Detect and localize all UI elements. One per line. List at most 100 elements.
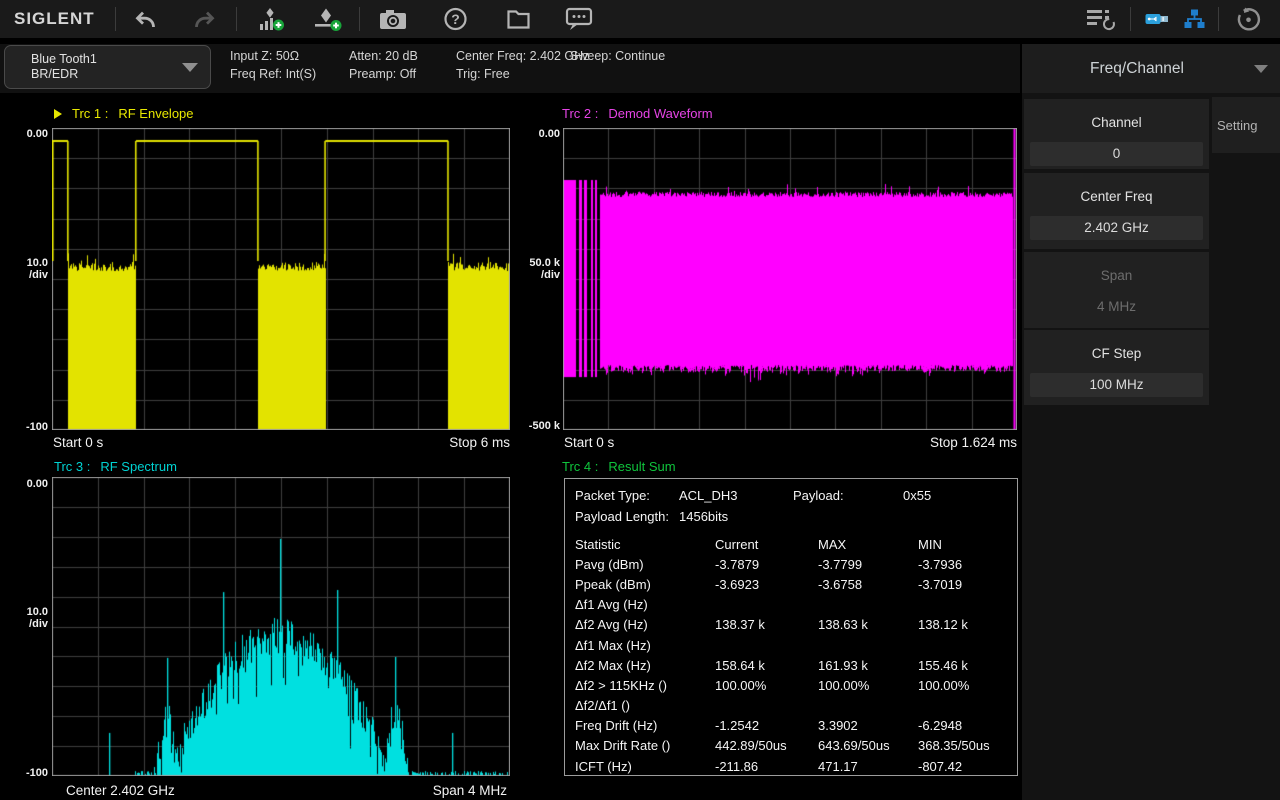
undo-button[interactable] [128,2,163,36]
history-icon [1235,6,1262,32]
add-marker-button[interactable] [309,2,347,36]
table-row: Δf2 Avg (Hz)138.37 k138.63 k138.12 k [575,615,1017,635]
trc1-y-bottom: -100 [0,421,48,433]
column-header: Statistic [575,537,715,552]
table-cell: Δf1 Max (Hz) [575,638,715,653]
table-row: Δf2 > 115KHz ()100.00%100.00%100.00% [575,675,1017,695]
table-cell: Freq Drift (Hz) [575,718,715,733]
table-cell: Δf1 Avg (Hz) [575,597,715,612]
rf-envelope-plot[interactable] [52,128,510,430]
table-cell: 158.64 k [715,658,818,673]
mode-name: Blue Tooth1 [31,52,182,67]
trace1-name: RF Envelope [118,106,193,121]
menu-item-cf-step[interactable]: CF Step 100 MHz [1024,330,1209,405]
column-header: Current [715,537,818,552]
rf-spectrum-plot[interactable] [52,477,510,776]
sidebar-menu-title[interactable]: Freq/Channel [1022,44,1280,93]
table-cell: 1456bits [679,509,793,524]
trace3-header[interactable]: Trc 3 : RF Spectrum [54,459,177,474]
preset-list-button[interactable] [1081,2,1122,36]
sidebar-title: Freq/Channel [1090,60,1184,78]
table-cell: 471.17 [818,759,918,774]
trace4-header[interactable]: Trc 4 : Result Sum [562,459,676,474]
status-bar: Blue Tooth1 BR/EDR Input Z: 50Ω Freq Ref… [0,44,1020,93]
add-marker-icon [313,6,343,32]
table-cell: 100.00% [715,678,818,693]
toolbar-separator [236,7,237,31]
file-button[interactable] [501,2,536,36]
chevron-down-icon [1254,65,1268,73]
tab-setting[interactable]: Setting [1212,97,1280,153]
redo-button[interactable] [187,2,222,36]
menu-item-span: Span 4 MHz [1024,252,1209,328]
result-sum-panel[interactable]: Packet Type:ACL_DH3Payload:0x55Payload L… [564,478,1018,776]
menu-item-channel[interactable]: Channel 0 [1024,99,1209,169]
trc1-y-div: 10.0 [0,257,48,269]
add-trace-icon [257,6,285,32]
channel-value[interactable]: 0 [1030,142,1203,166]
history-button[interactable] [1231,2,1266,36]
table-row: Δf2 Max (Hz)158.64 k161.93 k155.46 k [575,655,1017,675]
status-input-z: Input Z: 50Ω Freq Ref: Int(S) [230,47,316,83]
mode-select-dropdown[interactable]: Blue Tooth1 BR/EDR [4,45,211,89]
camera-icon [378,7,408,31]
table-cell: ACL_DH3 [679,488,793,503]
trc3-y-div: 10.0 [0,606,48,618]
trc1-y-top: 0.00 [0,128,48,140]
trc2-x-start: Start 0 s [564,435,614,450]
table-row: Payload Length:1456bits [575,506,1017,527]
trace2-header[interactable]: Trc 2 : Demod Waveform [562,106,713,121]
toolbar: SIGLENT [0,0,1280,38]
help-button[interactable]: ? [438,2,473,36]
result-info: Packet Type:ACL_DH3Payload:0x55Payload L… [575,485,1017,527]
trace4-label: Trc 4 : [562,459,598,474]
trace1-header[interactable]: Trc 1 : RF Envelope [54,106,194,121]
result-stats: StatisticCurrentMAXMINPavg (dBm)-3.7879-… [575,534,1017,776]
toolbar-separator [1218,7,1219,31]
table-cell: -3.7879 [715,557,818,572]
table-cell: -1.2542 [715,718,818,733]
trc1-y-unit: /div [0,269,48,281]
message-button[interactable] [560,2,598,36]
usb-status-icon[interactable] [1141,2,1173,36]
table-row: Δf1 Max (Hz) [575,635,1017,655]
table-row: Pavg (dBm)-3.7879-3.7799-3.7936 [575,554,1017,574]
trace2-name: Demod Waveform [608,106,712,121]
table-row: ICFT (Hz)-211.86471.17-807.42 [575,756,1017,776]
demod-waveform-plot[interactable] [563,128,1017,430]
table-row: Δf1 Avg (Hz) [575,595,1017,615]
table-row: Ppeak (dBm)-3.6923-3.6758-3.7019 [575,574,1017,594]
chat-icon [564,6,594,32]
screenshot-button[interactable] [374,2,412,36]
table-cell: Δf2/Δf1 () [575,698,715,713]
table-cell: Δf2 > 115KHz () [575,678,715,693]
table-cell: -3.7799 [818,557,918,572]
trc3-y-unit: /div [0,618,48,630]
usb-icon [1145,10,1169,28]
table-cell: -3.7019 [918,577,1017,592]
toolbar-separator [1130,7,1131,31]
center-freq-value[interactable]: 2.402 GHz [1030,216,1203,240]
add-trace-button[interactable] [253,2,289,36]
column-header: MIN [918,537,1017,552]
table-cell: Δf2 Avg (Hz) [575,617,715,632]
table-cell: 138.37 k [715,617,818,632]
table-cell: 100.00% [918,678,1017,693]
toolbar-separator [359,7,360,31]
trc2-y-top: 0.00 [506,128,560,140]
table-row: Max Drift Rate ()442.89/50us643.69/50us3… [575,736,1017,756]
trc2-y-div: 50.0 k [506,257,560,269]
trace2-label: Trc 2 : [562,106,598,121]
table-cell: 368.35/50us [918,738,1017,753]
lan-status-icon[interactable] [1179,2,1210,36]
trc1-x-start: Start 0 s [53,435,103,450]
sidebar-menu: Channel 0 Center Freq 2.402 GHz Span 4 M… [1024,99,1209,409]
table-cell: Max Drift Rate () [575,738,715,753]
trc3-y-top: 0.00 [0,478,48,490]
menu-item-center-freq[interactable]: Center Freq 2.402 GHz [1024,173,1209,249]
trace4-name: Result Sum [608,459,675,474]
table-cell: 155.46 k [918,658,1017,673]
chevron-down-icon [182,63,198,72]
trace1-label: Trc 1 : [72,106,108,121]
cf-step-value[interactable]: 100 MHz [1030,373,1203,397]
